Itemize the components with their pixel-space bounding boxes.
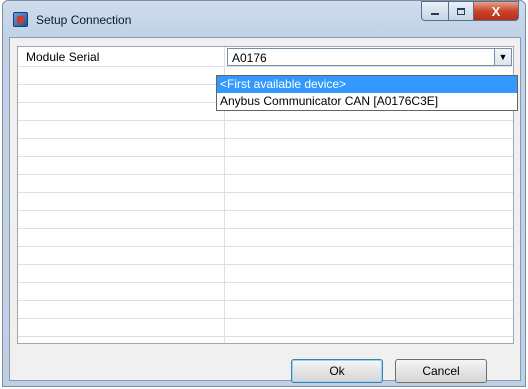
property-label-cell: Module Serial [18,47,225,66]
property-row-empty [18,229,513,247]
property-label-cell [18,283,225,300]
property-row-empty [18,175,513,193]
property-row-empty [18,157,513,175]
minimize-button[interactable] [421,1,448,21]
property-label-cell [18,157,225,174]
property-row-empty [18,247,513,265]
property-label-cell [18,139,225,156]
maximize-icon [457,7,465,15]
property-row-module-serial: Module Serial A0176 ▼ [18,47,513,67]
property-row-empty [18,139,513,157]
module-serial-dropdown-list: <First available device> Anybus Communic… [216,75,518,111]
property-row-empty [18,265,513,283]
property-label-cell [18,337,225,343]
minimize-icon [431,13,439,15]
property-label-cell [18,175,225,192]
property-row-empty [18,121,513,139]
maximize-button[interactable] [448,1,474,21]
app-icon [13,12,28,27]
property-label-cell [18,301,225,318]
property-row-empty [18,211,513,229]
module-serial-combobox[interactable]: A0176 ▼ [227,48,512,66]
cancel-button[interactable]: Cancel [395,359,487,383]
property-label-cell [18,247,225,264]
dropdown-option-first-available[interactable]: <First available device> [217,76,517,93]
property-label-cell [18,85,225,102]
property-row-empty [18,337,513,343]
caption-buttons: X [421,1,519,22]
property-label-cell [18,103,225,120]
ok-button[interactable]: Ok [291,359,383,383]
property-row-empty [18,193,513,211]
property-label-cell [18,229,225,246]
property-row-empty [18,301,513,319]
close-icon: X [491,3,501,19]
property-label-cell [18,319,225,336]
dropdown-option-anybus-can[interactable]: Anybus Communicator CAN [A0176C3E] [217,93,517,110]
property-label-cell [18,121,225,138]
window-title: Setup Connection [36,13,132,27]
property-row-empty [18,319,513,337]
property-row-empty [18,283,513,301]
close-button[interactable]: X [474,1,519,21]
module-serial-label: Module Serial [26,50,100,64]
title-bar[interactable]: Setup Connection X [3,1,525,37]
property-label-cell [18,193,225,210]
module-serial-value: A0176 [232,51,267,65]
property-label-cell [18,67,225,84]
property-label-cell [18,211,225,228]
chevron-down-icon[interactable]: ▼ [494,49,511,65]
property-label-cell [18,265,225,282]
dialog-window: Setup Connection X Module Serial A0176 ▼… [2,0,526,387]
